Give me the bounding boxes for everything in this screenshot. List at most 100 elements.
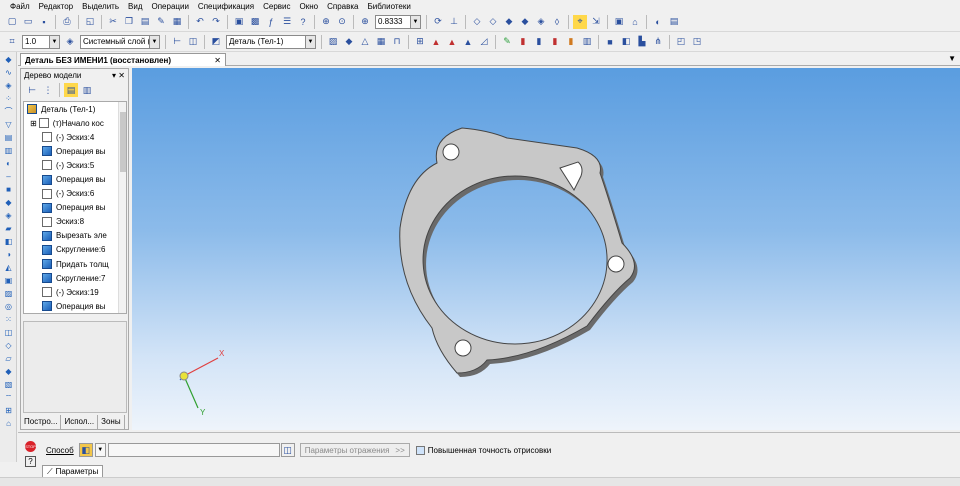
variables-icon[interactable]: ƒ	[264, 15, 278, 29]
redo-icon[interactable]: ↷	[209, 15, 223, 29]
tree-struct-icon[interactable]: ⋔	[651, 35, 665, 49]
chamfer-icon[interactable]: ◭	[2, 262, 15, 273]
info-icon[interactable]: ◰	[674, 35, 688, 49]
color-icon[interactable]: ◆	[342, 35, 356, 49]
part-icon[interactable]: ◩	[209, 35, 223, 49]
weld-icon[interactable]: ⌔	[2, 392, 15, 403]
report-icon[interactable]: ▥	[2, 145, 15, 156]
close-icon[interactable]: ✕	[214, 56, 221, 65]
tree-item[interactable]: Деталь (Тел-1)	[24, 102, 126, 116]
reflection-params-button[interactable]: Параметры отражения >>	[299, 443, 410, 457]
dimension-icon[interactable]: ⊓	[390, 35, 404, 49]
tree-item[interactable]: ⊞ (т)Начало кос	[24, 116, 126, 130]
measure-icon[interactable]: ⊞	[2, 405, 15, 416]
loft-icon[interactable]: ▰	[2, 223, 15, 234]
tree-item[interactable]: Скругление:6	[24, 243, 126, 257]
shape-icon[interactable]: ◐	[2, 158, 15, 169]
copy-icon[interactable]: ❐	[122, 15, 136, 29]
object-select-icon[interactable]: ◫	[280, 443, 295, 457]
house-icon[interactable]: ⌂	[628, 15, 642, 29]
save-icon[interactable]: ▪	[37, 15, 51, 29]
bar-red-icon[interactable]: ▮	[516, 35, 530, 49]
cut-icon[interactable]: ◧	[2, 236, 15, 247]
sketch-icon[interactable]: ◫	[186, 35, 200, 49]
tree-item[interactable]: Операция вы	[24, 201, 126, 215]
menu-operations[interactable]: Операции	[152, 2, 189, 11]
menu-specification[interactable]: Спецификация	[198, 2, 254, 11]
surface-icon[interactable]: ◇	[2, 340, 15, 351]
chevron-down-icon[interactable]: ▼	[305, 35, 315, 48]
snap-icon[interactable]: ⌗	[5, 35, 19, 49]
context-help-icon[interactable]: ?	[296, 15, 310, 29]
filter-icon[interactable]: ⌖	[573, 14, 587, 29]
tree-scrollbar[interactable]	[118, 102, 126, 313]
tree-item[interactable]: Операция вы	[24, 299, 126, 313]
arrow-red-icon[interactable]: ▲	[429, 35, 443, 49]
measure-icon[interactable]: ◿	[477, 35, 491, 49]
layer-combo[interactable]: Системный слой (0) ▼	[80, 34, 160, 49]
view-halftone-icon[interactable]: ◆	[502, 15, 516, 29]
part-combo[interactable]: Деталь (Тел-1) ▼	[226, 34, 316, 49]
tree-view-icon[interactable]: ▤	[64, 83, 78, 97]
tree-filter-icon[interactable]: ▥	[80, 83, 94, 97]
grid-dots-icon[interactable]: ⁘	[2, 93, 15, 104]
tab-execution[interactable]: Испол...	[61, 415, 99, 429]
panel-controls[interactable]: ▾ ✕	[112, 71, 125, 80]
eraser-icon[interactable]: ▱	[2, 353, 15, 364]
kinematic-icon[interactable]: ◈	[2, 210, 15, 221]
tree-item[interactable]: Скругление:7	[24, 271, 126, 285]
paste-icon[interactable]: ▤	[138, 15, 152, 29]
pencil-icon[interactable]: ✎	[500, 35, 514, 49]
bar-orange-icon[interactable]: ▮	[564, 35, 578, 49]
new-file-icon[interactable]: ▢	[5, 15, 19, 29]
menu-file[interactable]: Файл	[10, 2, 30, 11]
rotate-icon[interactable]: ⟳	[431, 15, 445, 29]
tree-structure-icon[interactable]: ⋮	[41, 83, 55, 97]
zoom-all-icon[interactable]: ⊙	[335, 15, 349, 29]
lock-icon[interactable]: ⌂	[2, 418, 15, 429]
body-icon[interactable]: ◆	[2, 366, 15, 377]
bar-mix-icon[interactable]: ▮	[548, 35, 562, 49]
view-edges-icon[interactable]: ◈	[534, 15, 548, 29]
edit-icon[interactable]: ◧	[619, 35, 633, 49]
tree-item[interactable]: Эскиз:8	[24, 215, 126, 229]
help-icon[interactable]: ?	[25, 456, 36, 467]
view-wireframe-icon[interactable]: ◇	[470, 15, 484, 29]
undo-icon[interactable]: ↶	[193, 15, 207, 29]
expand-icon[interactable]: ⊞	[30, 119, 37, 128]
scrollbar-thumb[interactable]	[120, 112, 126, 172]
preview-icon[interactable]: ◱	[83, 15, 97, 29]
bar-blue-icon[interactable]: ▮	[532, 35, 546, 49]
tree-icon[interactable]: ☰	[280, 15, 294, 29]
square-icon[interactable]: ■	[603, 35, 617, 49]
curve-icon[interactable]: ⌒	[2, 106, 15, 117]
menu-editor[interactable]: Редактор	[39, 2, 73, 11]
manager-icon[interactable]: ▣	[232, 15, 246, 29]
tree-item[interactable]: Операция вы	[24, 172, 126, 186]
menu-select[interactable]: Выделить	[82, 2, 119, 11]
method-dropdown[interactable]: ▼	[94, 443, 106, 457]
tree-item[interactable]: Вырезать эле	[24, 229, 126, 243]
cube-icon[interactable]: ◆	[2, 54, 15, 65]
library-icon[interactable]: ▤	[667, 15, 681, 29]
filter-icon[interactable]: ▽	[2, 119, 15, 130]
layer-icon[interactable]: ◈	[63, 35, 77, 49]
chevron-down-icon[interactable]: ▼	[410, 15, 420, 28]
rib-icon[interactable]: ▨	[2, 288, 15, 299]
hole-icon[interactable]: ◎	[2, 301, 15, 312]
menu-window[interactable]: Окно	[300, 2, 319, 11]
sheet-icon[interactable]: ▧	[2, 379, 15, 390]
parts-icon[interactable]: ▣	[612, 15, 626, 29]
zoom-window-icon[interactable]: ⊕	[319, 15, 333, 29]
model-viewport[interactable]: X Y	[132, 68, 960, 430]
tree-order-icon[interactable]: ⊢	[25, 83, 39, 97]
menu-libraries[interactable]: Библиотеки	[367, 2, 410, 11]
arrow-red-icon[interactable]: ▲	[445, 35, 459, 49]
report-icon[interactable]: ◳	[690, 35, 704, 49]
tree-item[interactable]: (-) Эскиз:19	[24, 285, 126, 299]
zoom-in-icon[interactable]: ⊕	[358, 15, 372, 29]
view-shaded-icon[interactable]: ◆	[518, 15, 532, 29]
style-icon[interactable]: △	[358, 35, 372, 49]
perspective-icon[interactable]: ◊	[550, 15, 564, 29]
spline-icon[interactable]: ∿	[2, 67, 15, 78]
